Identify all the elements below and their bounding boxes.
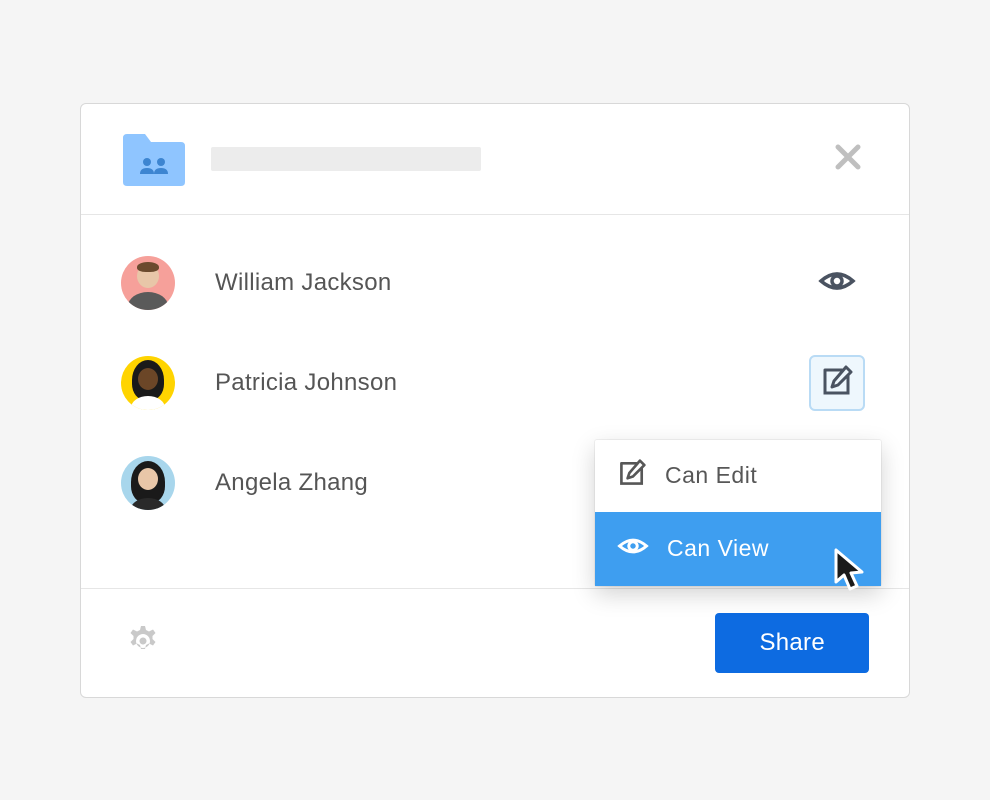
permission-dropdown: Can Edit Can View	[595, 440, 881, 586]
member-name: William Jackson	[215, 269, 392, 297]
dropdown-option-label: Can Edit	[665, 462, 757, 489]
close-button[interactable]	[831, 138, 865, 180]
share-button[interactable]: Share	[715, 613, 869, 673]
permission-button[interactable]	[809, 255, 865, 311]
eye-icon	[617, 530, 649, 568]
permission-button[interactable]	[809, 355, 865, 411]
dropdown-option-can-view[interactable]: Can View	[595, 512, 881, 586]
settings-button[interactable]	[121, 619, 165, 666]
edit-icon	[820, 364, 854, 401]
edit-icon	[617, 458, 647, 494]
dropdown-option-can-edit[interactable]: Can Edit	[595, 440, 881, 512]
share-modal: William Jackson Patricia Johnson	[80, 103, 910, 698]
avatar	[121, 356, 175, 410]
avatar	[121, 256, 175, 310]
member-name: Angela Zhang	[215, 469, 368, 497]
shared-folder-icon	[121, 132, 187, 186]
member-row: Patricia Johnson	[121, 333, 865, 433]
avatar	[121, 456, 175, 510]
close-icon	[835, 140, 861, 178]
modal-footer: Share	[81, 588, 909, 697]
member-name: Patricia Johnson	[215, 369, 397, 397]
share-button-label: Share	[759, 629, 825, 656]
folder-title-placeholder	[211, 147, 481, 171]
modal-header	[81, 104, 909, 215]
modal-body: William Jackson Patricia Johnson	[81, 215, 909, 588]
gear-icon	[125, 647, 161, 662]
dropdown-option-label: Can View	[667, 535, 769, 562]
eye-icon	[818, 262, 856, 303]
member-row: William Jackson	[121, 233, 865, 333]
